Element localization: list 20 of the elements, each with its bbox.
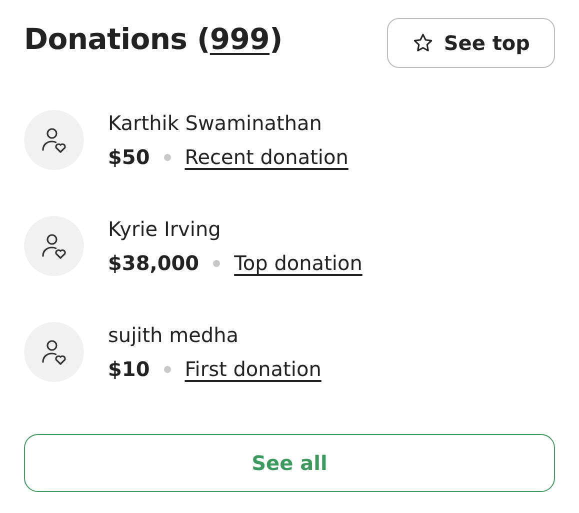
separator-dot bbox=[213, 260, 220, 266]
separator-dot bbox=[164, 154, 171, 160]
donation-amount: $38,000 bbox=[108, 251, 200, 275]
person-heart-icon bbox=[40, 126, 68, 154]
star-icon bbox=[412, 32, 434, 54]
separator-dot bbox=[164, 366, 171, 372]
donor-name: Kyrie Irving bbox=[108, 217, 222, 241]
see-top-button[interactable]: See top bbox=[386, 18, 555, 68]
donor-name: Karthik Swaminathan bbox=[108, 111, 323, 135]
person-heart-icon bbox=[40, 338, 68, 366]
donation-amount: $10 bbox=[108, 357, 150, 381]
donation-type-link[interactable]: Recent donation bbox=[184, 145, 348, 169]
person-heart-icon bbox=[40, 232, 68, 260]
donation-amount: $50 bbox=[108, 145, 150, 169]
donation-type-link[interactable]: Top donation bbox=[234, 251, 362, 275]
donor-name: sujith medha bbox=[108, 323, 240, 347]
see-all-button[interactable]: See all bbox=[24, 434, 555, 492]
count-link[interactable]: 999 bbox=[210, 22, 270, 56]
title: Donations (999) bbox=[24, 22, 283, 56]
donation-type-link[interactable]: First donation bbox=[184, 357, 322, 381]
